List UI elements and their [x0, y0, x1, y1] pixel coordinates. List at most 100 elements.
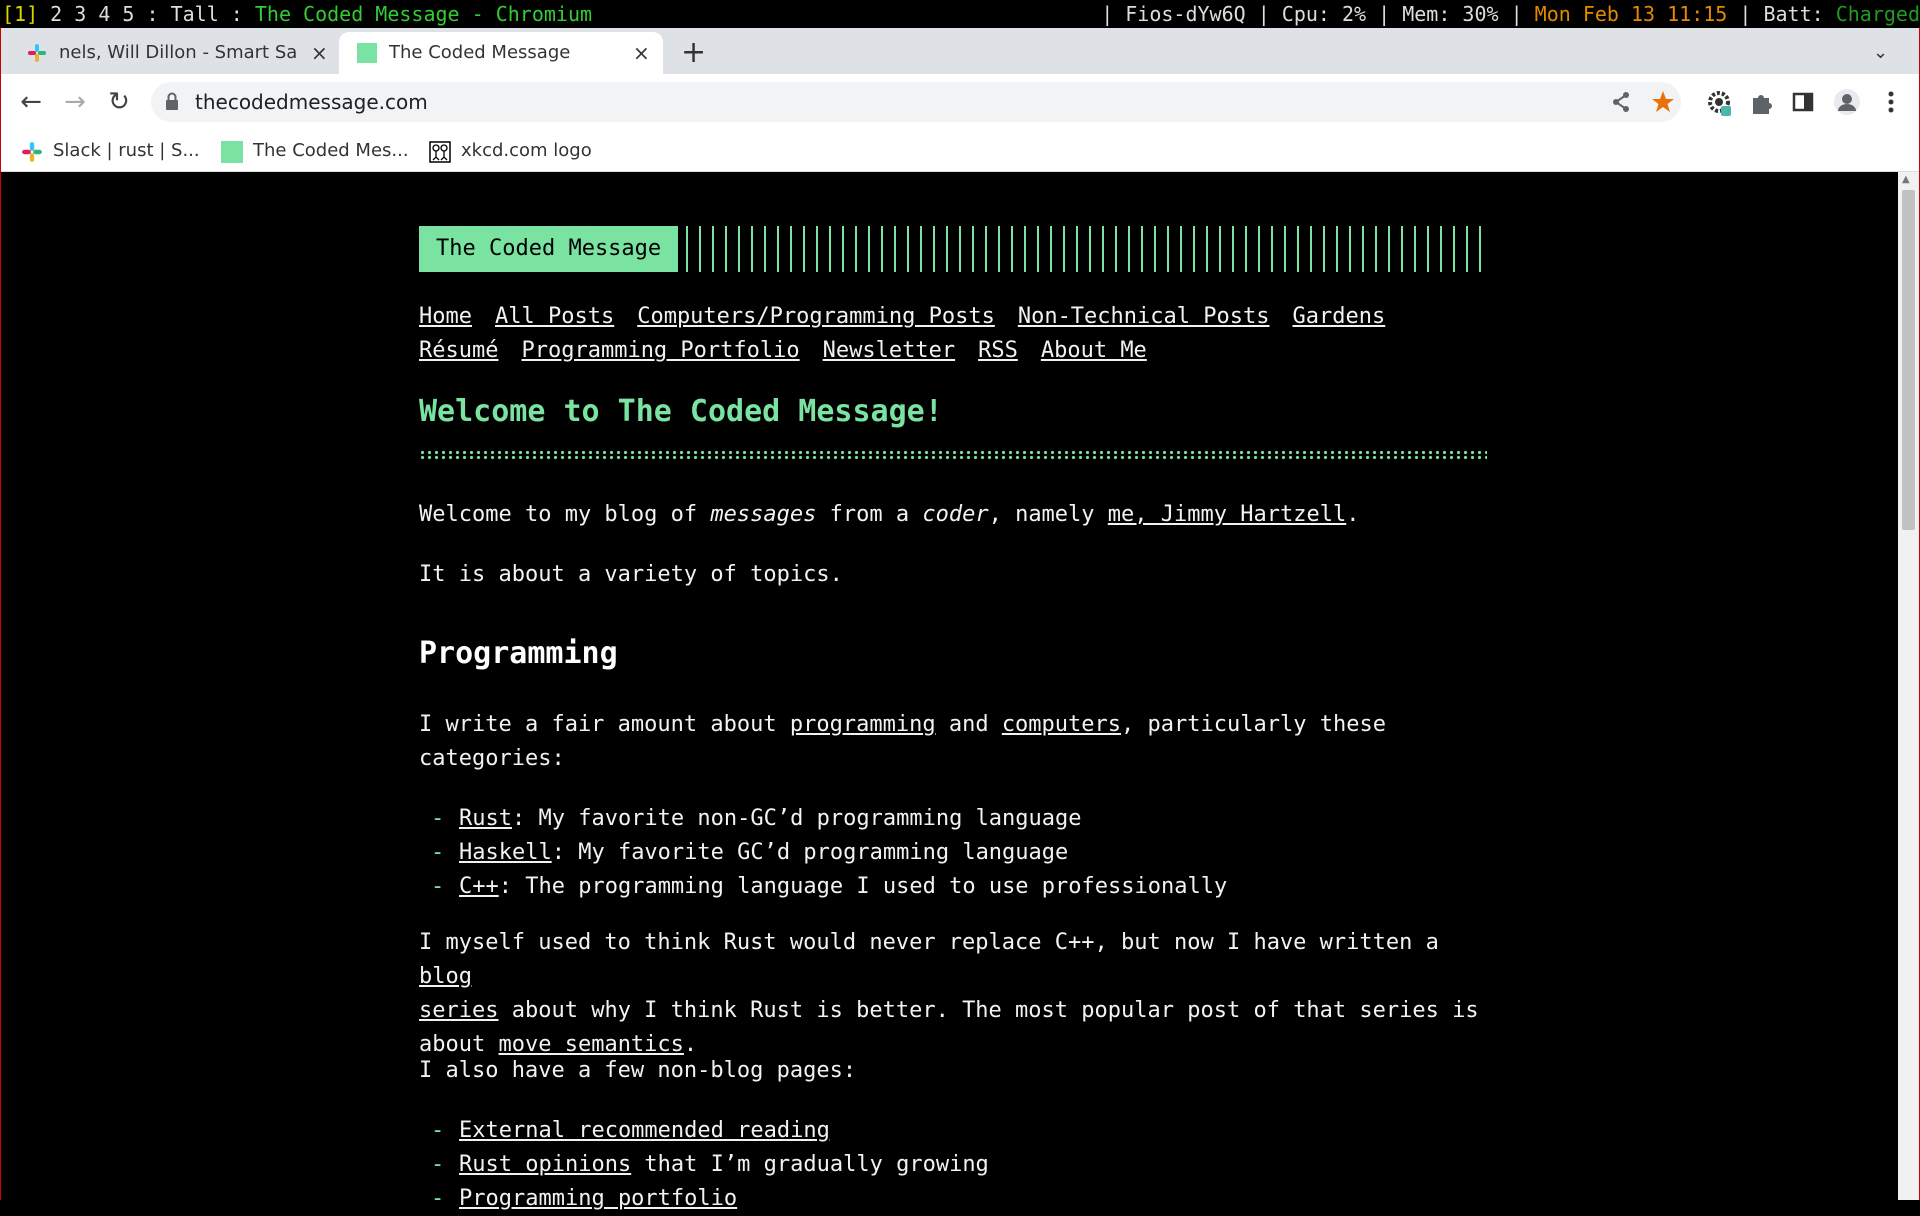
share-icon[interactable]: [1605, 86, 1637, 118]
list-dash: -: [431, 806, 445, 831]
emphasis: messages: [710, 502, 817, 527]
topics-paragraph: It is about a variety of topics.: [419, 562, 843, 587]
side-panel-icon[interactable]: [1787, 86, 1819, 118]
scroll-up-arrow-icon[interactable]: ▲: [1902, 174, 1910, 186]
bookmark-label: The Coded Mes...: [253, 140, 409, 161]
recommended-reading-link[interactable]: External recommended reading: [459, 1118, 830, 1143]
text: : The programming language I used to use…: [498, 874, 1228, 899]
tab-slack[interactable]: nels, Will Dillon - Smart Sa ×: [9, 32, 339, 74]
text: : My favorite GC’d programming language: [551, 840, 1069, 865]
kebab-menu-icon[interactable]: [1875, 86, 1907, 118]
list-item: - Rust opinions that I’m gradually growin…: [419, 1148, 989, 1182]
site-nav: Home All Posts Computers/Programming Posts…: [419, 300, 1489, 368]
intro-paragraph: Welcome to my blog of messages from a co…: [419, 498, 1489, 532]
list-item: - C++: The programming language I used to…: [419, 870, 1227, 904]
pages-list: - External recommended reading - Rust opin…: [419, 1114, 989, 1216]
text: I write a fair amount about: [419, 712, 790, 737]
rust-paragraph: I myself used to think Rust would never …: [419, 926, 1489, 1062]
programming-heading: Programming: [419, 636, 618, 671]
text: Welcome to my blog of: [419, 502, 711, 527]
list-dash: -: [431, 1152, 445, 1177]
nav-link-portfolio[interactable]: Programming Portfolio: [521, 338, 799, 363]
xkcd-logo-icon: [429, 141, 451, 163]
list-item: - Rust: My favorite non-GC’d programming …: [419, 802, 1227, 836]
nav-link-home[interactable]: Home: [419, 304, 472, 329]
nav-link-non-technical[interactable]: Non-Technical Posts: [1018, 304, 1270, 329]
site-favicon-icon: [357, 43, 377, 63]
toolbar: ← → ↻ thecodedmessage.com: [1, 74, 1919, 130]
site-brand[interactable]: The Coded Message: [419, 226, 679, 272]
text: about why I think Rust is better. The mo…: [498, 998, 1479, 1023]
cpp-link[interactable]: C++: [459, 874, 499, 899]
computers-link[interactable]: computers: [1002, 712, 1121, 737]
nonblog-paragraph: I also have a few non-blog pages:: [419, 1058, 857, 1083]
nav-link-computers-programming[interactable]: Computers/Programming Posts: [637, 304, 995, 329]
new-tab-button[interactable]: +: [681, 32, 706, 74]
wm-window-title: The Coded Message - Chromium: [254, 2, 593, 26]
list-dash: -: [431, 1186, 445, 1211]
haskell-link[interactable]: Haskell: [459, 840, 552, 865]
forward-button[interactable]: →: [57, 84, 93, 120]
text: : My favorite non-GC’d programming langu…: [511, 806, 1082, 831]
rust-opinions-link[interactable]: Rust opinions: [459, 1152, 631, 1177]
title-divider: [419, 450, 1487, 460]
blog-series-link[interactable]: blog: [419, 964, 472, 989]
nav-row-1: Home All Posts Computers/Programming Posts…: [419, 300, 1489, 334]
tab-title: The Coded Message: [389, 42, 571, 63]
bookmark-label: xkcd.com logo: [461, 140, 592, 161]
slack-icon: [22, 142, 42, 162]
scrollbar-thumb[interactable]: [1902, 190, 1915, 530]
text: that I’m gradually growing: [631, 1152, 989, 1177]
nav-link-gardens[interactable]: Gardens: [1293, 304, 1386, 329]
about-author-link[interactable]: me, Jimmy Hartzell: [1108, 502, 1346, 527]
nav-row-2: Résumé Programming Portfolio Newsletter RSS…: [419, 334, 1489, 368]
bookmark-star-icon[interactable]: [1647, 86, 1679, 118]
site-favicon-icon: [221, 141, 243, 163]
list-item: - Programming portfolio: [419, 1182, 989, 1216]
text: and: [935, 712, 1002, 737]
tab-bar: nels, Will Dillon - Smart Sa × The Coded…: [1, 28, 1919, 74]
wm-status-bar: [1] 2 3 4 5 : Tall : The Coded Message -…: [0, 0, 1920, 28]
wm-batt-status: Charged: [1835, 2, 1920, 26]
header-decoration: [673, 226, 1483, 272]
text: .: [1346, 502, 1360, 527]
nav-link-resume[interactable]: Résumé: [419, 338, 498, 363]
nav-link-newsletter[interactable]: Newsletter: [823, 338, 955, 363]
text: I myself used to think Rust would never …: [419, 930, 1439, 955]
tab-coded-message[interactable]: The Coded Message ×: [339, 32, 663, 74]
nav-link-rss[interactable]: RSS: [978, 338, 1018, 363]
extension-gear-icon[interactable]: [1703, 86, 1735, 118]
url-text: thecodedmessage.com: [195, 90, 428, 114]
list-item: - External recommended reading: [419, 1114, 989, 1148]
close-tab-icon[interactable]: ×: [633, 32, 650, 74]
address-bar[interactable]: thecodedmessage.com: [151, 82, 1681, 122]
list-dash: -: [431, 874, 445, 899]
browser-chrome: nels, Will Dillon - Smart Sa × The Coded…: [0, 28, 1920, 172]
bookmark-label: Slack | rust | S...: [53, 140, 200, 161]
programming-paragraph: I write a fair amount about programming …: [419, 708, 1489, 776]
programming-portfolio-link[interactable]: Programming portfolio: [459, 1186, 737, 1211]
nav-link-about[interactable]: About Me: [1041, 338, 1147, 363]
slack-icon: [28, 44, 46, 62]
close-tab-icon[interactable]: ×: [311, 32, 328, 74]
nav-link-all-posts[interactable]: All Posts: [495, 304, 614, 329]
page-scrollbar[interactable]: ▲: [1898, 172, 1920, 1200]
list-item: - Haskell: My favorite GC’d programming l…: [419, 836, 1227, 870]
page-title: Welcome to The Coded Message!: [419, 394, 943, 429]
reload-button[interactable]: ↻: [101, 84, 137, 120]
text: , namely: [988, 502, 1108, 527]
rust-link[interactable]: Rust: [459, 806, 512, 831]
programming-link[interactable]: programming: [790, 712, 936, 737]
extensions-puzzle-icon[interactable]: [1745, 86, 1777, 118]
bookmarks-bar: Slack | rust | S... The Coded Mes... xkc…: [1, 130, 1919, 172]
profile-avatar-icon[interactable]: [1831, 86, 1863, 118]
wm-batt-label: | Batt:: [1727, 2, 1836, 26]
list-dash: -: [431, 1118, 445, 1143]
back-button[interactable]: ←: [13, 84, 49, 120]
categories-list: - Rust: My favorite non-GC’d programming …: [419, 802, 1227, 904]
wm-workspace-active[interactable]: [1]: [2, 2, 38, 26]
page-viewport: The Coded Message Home All Posts Computers…: [0, 172, 1898, 1211]
blog-series-link[interactable]: series: [419, 998, 498, 1023]
tab-search-chevron-icon[interactable]: ⌄: [1873, 32, 1888, 74]
emphasis: coder: [922, 502, 989, 527]
